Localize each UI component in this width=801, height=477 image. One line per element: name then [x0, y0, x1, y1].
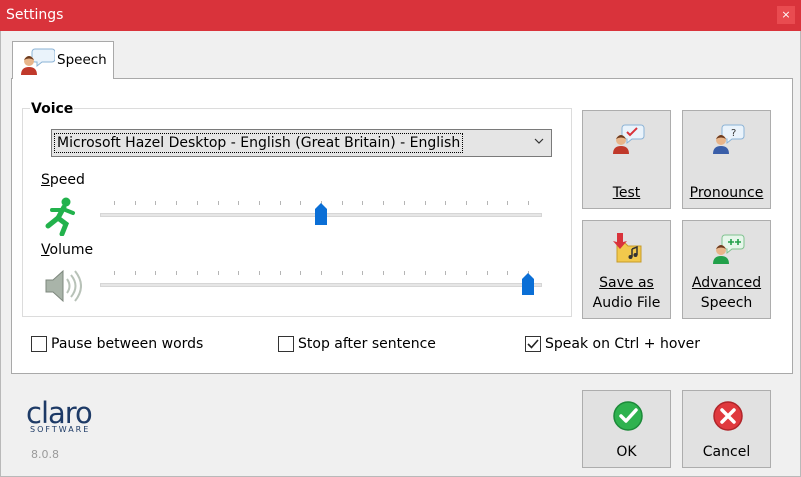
running-man-icon: [45, 197, 75, 236]
test-label: Test: [612, 185, 641, 201]
stop-checkbox-label: Stop after sentence: [298, 336, 436, 352]
slider-tick: [217, 201, 219, 205]
pronounce-label: Pronounce: [689, 185, 764, 201]
voice-select-value: Microsoft Hazel Desktop - English (Great…: [54, 133, 464, 153]
speak-checkbox-box[interactable]: [525, 336, 541, 352]
slider-tick: [465, 271, 467, 275]
x-circle-icon: [713, 401, 743, 431]
advanced-label-1: Advanced: [691, 275, 762, 291]
ok-label: OK: [616, 444, 637, 460]
title-bar: Settings ×: [0, 0, 801, 31]
slider-tick: [176, 201, 178, 205]
speaker-plus-icon: [713, 234, 745, 264]
stop-after-sentence-checkbox[interactable]: Stop after sentence: [278, 336, 458, 354]
slider-tick: [341, 201, 343, 205]
slider-tick: [383, 201, 385, 205]
slider-tick: [134, 271, 136, 275]
voice-legend: Voice: [30, 101, 75, 117]
speech-icon: [21, 48, 55, 75]
volume-thumb[interactable]: [522, 273, 534, 295]
slider-tick: [424, 271, 426, 275]
save-audio-label-1: Save as: [599, 275, 654, 291]
slider-tick: [362, 271, 364, 275]
claro-logo: claro SOFTWARE: [26, 396, 93, 434]
slider-tick: [279, 271, 281, 275]
advanced-speech-button[interactable]: Advanced Speech: [682, 220, 771, 319]
slider-tick: [196, 201, 198, 205]
slider-tick: [238, 201, 240, 205]
close-button[interactable]: ×: [777, 6, 795, 24]
slider-tick: [362, 201, 364, 205]
speed-label: Speed: [41, 172, 85, 188]
volume-label: Volume: [41, 242, 94, 258]
slider-tick: [134, 201, 136, 205]
slider-tick: [403, 201, 405, 205]
voice-select[interactable]: Microsoft Hazel Desktop - English (Great…: [51, 129, 552, 157]
slider-tick: [341, 271, 343, 275]
slider-tick: [465, 201, 467, 205]
slider-tick: [196, 271, 198, 275]
slider-tick: [445, 271, 447, 275]
speak-checkbox-label: Speak on Ctrl + hover: [545, 336, 701, 352]
window-title: Settings: [6, 7, 64, 23]
slider-tick: [486, 271, 488, 275]
pause-checkbox-label: Pause between words: [51, 336, 204, 352]
stop-checkbox-box[interactable]: [278, 336, 294, 352]
slider-tick: [238, 271, 240, 275]
slider-tick: [507, 201, 509, 205]
slider-tick: [258, 201, 260, 205]
cancel-label: Cancel: [702, 444, 751, 460]
speaker-check-icon: [613, 124, 645, 154]
pause-checkbox-box[interactable]: [31, 336, 47, 352]
speaker-question-icon: ?: [713, 124, 745, 154]
version-label: 8.0.8: [31, 448, 59, 461]
slider-tick: [403, 271, 405, 275]
check-circle-icon: [613, 401, 643, 431]
slider-tick: [486, 201, 488, 205]
volume-track: [100, 283, 542, 287]
slider-tick: [258, 271, 260, 275]
speed-slider[interactable]: [100, 201, 542, 225]
slider-tick: [279, 201, 281, 205]
save-audio-button[interactable]: Save as Audio File: [582, 220, 671, 319]
test-button[interactable]: Test: [582, 110, 671, 209]
volume-slider[interactable]: [100, 271, 542, 295]
tab-speech-label: Speech: [57, 52, 107, 68]
svg-text:?: ?: [731, 128, 736, 139]
save-audio-label-2: Audio File: [592, 295, 661, 311]
slider-tick: [114, 271, 115, 275]
slider-tick: [300, 201, 302, 205]
pronounce-button[interactable]: ? Pronounce: [682, 110, 771, 209]
slider-tick: [176, 271, 178, 275]
slider-tick: [383, 271, 385, 275]
slider-tick: [155, 201, 157, 205]
slider-tick: [321, 271, 322, 275]
logo-word: claro: [26, 396, 93, 430]
slider-tick: [507, 271, 509, 275]
slider-tick: [445, 201, 447, 205]
slider-tick: [424, 201, 426, 205]
slider-tick: [528, 201, 529, 205]
slider-tick: [155, 271, 157, 275]
slider-tick: [300, 271, 302, 275]
ok-button[interactable]: OK: [582, 390, 671, 468]
speak-on-ctrl-hover-checkbox[interactable]: Speak on Ctrl + hover: [525, 336, 715, 354]
slider-tick: [114, 201, 115, 205]
speed-thumb[interactable]: [315, 203, 327, 225]
folder-music-icon: [613, 233, 642, 263]
cancel-button[interactable]: Cancel: [682, 390, 771, 468]
advanced-label-2: Speech: [700, 295, 753, 311]
pause-between-words-checkbox[interactable]: Pause between words: [31, 336, 221, 354]
checkmark-icon: [527, 339, 539, 349]
slider-tick: [217, 271, 219, 275]
tab-speech[interactable]: Speech: [12, 41, 114, 79]
logo-sub: SOFTWARE: [30, 425, 91, 434]
speaker-icon: [45, 269, 82, 303]
chevron-down-icon: [534, 138, 544, 144]
